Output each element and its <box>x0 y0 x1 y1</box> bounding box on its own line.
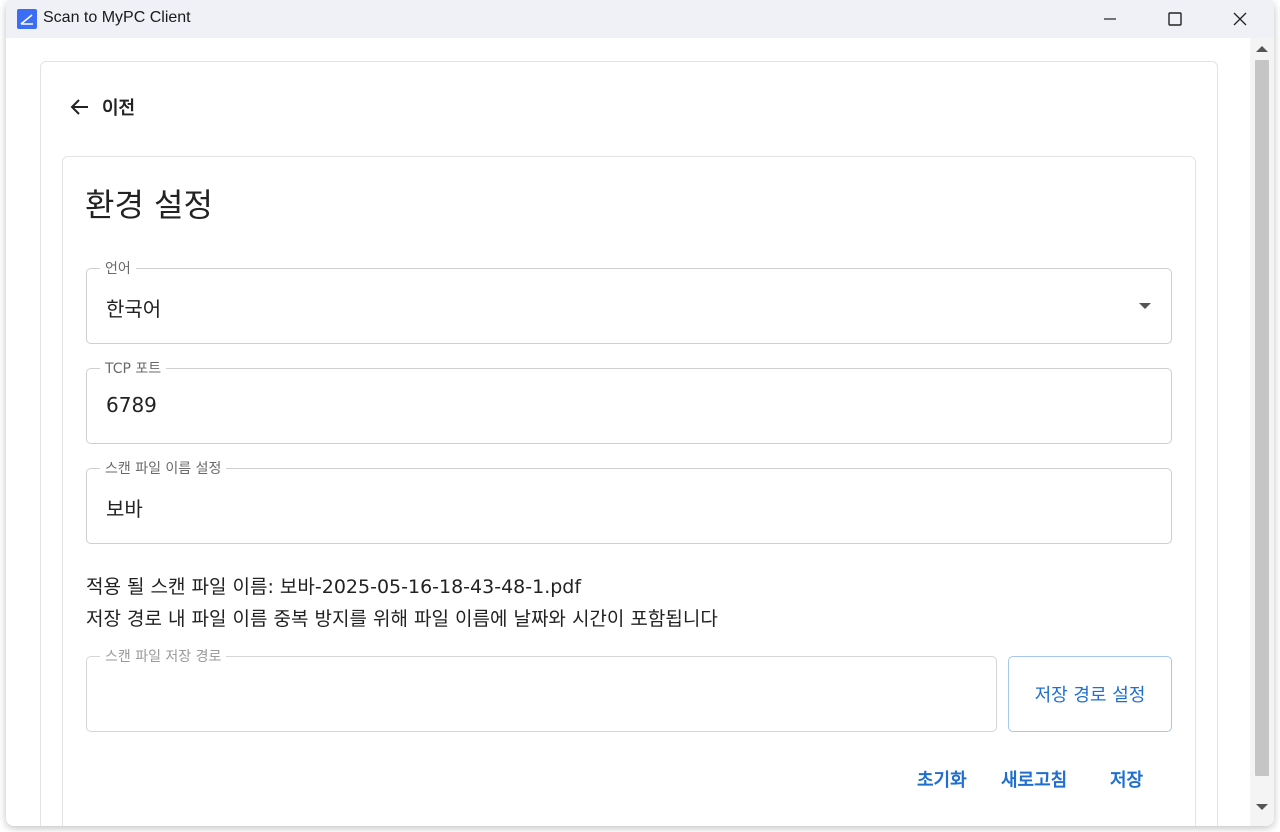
tcp-port-label: TCP 포트 <box>100 358 167 378</box>
back-button[interactable]: 이전 <box>70 93 135 121</box>
scroll-thumb[interactable] <box>1255 60 1269 776</box>
file-name-value: 보바 <box>106 497 143 521</box>
duplicate-note: 저장 경로 내 파일 이름 중복 방지를 위해 파일 이름에 날짜와 시간이 포… <box>86 608 718 630</box>
main-content: 이전 환경 설정 언어 한국어 TCP 포트 6789 스캔 파일 이름 설정 … <box>6 38 1250 826</box>
maximize-icon <box>1168 12 1182 26</box>
refresh-button[interactable]: 새로고침 <box>1001 766 1067 792</box>
scroll-up-icon[interactable] <box>1256 46 1268 52</box>
save-button[interactable]: 저장 <box>1110 766 1143 792</box>
language-value: 한국어 <box>106 297 162 321</box>
maximize-button[interactable] <box>1143 0 1207 38</box>
minimize-button[interactable] <box>1078 0 1142 38</box>
file-name-label: 스캔 파일 이름 설정 <box>100 458 227 478</box>
language-select[interactable]: 언어 한국어 <box>86 258 1172 344</box>
page-title: 환경 설정 <box>85 186 213 224</box>
set-path-button[interactable]: 저장 경로 설정 <box>1008 656 1172 732</box>
back-label: 이전 <box>102 98 136 119</box>
arrow-left-icon <box>70 99 88 115</box>
close-button[interactable] <box>1208 0 1272 38</box>
save-path-label: 스캔 파일 저장 경로 <box>100 646 227 666</box>
close-icon <box>1233 12 1247 26</box>
caret-down-icon <box>1139 303 1151 309</box>
language-label: 언어 <box>100 258 136 278</box>
vertical-scrollbar[interactable] <box>1250 38 1274 826</box>
save-path-input[interactable]: 스캔 파일 저장 경로 <box>86 646 997 732</box>
file-name-input[interactable]: 스캔 파일 이름 설정 보바 <box>86 458 1172 544</box>
tcp-port-input[interactable]: TCP 포트 6789 <box>86 358 1172 444</box>
applied-file-name: 적용 될 스캔 파일 이름: 보바-2025-05-16-18-43-48-1.… <box>86 576 582 598</box>
app-window: Scan to MyPC Client 이전 환경 설정 언어 한국어 TCP … <box>6 0 1274 826</box>
window-title: Scan to MyPC Client <box>43 9 191 26</box>
app-icon <box>17 9 37 29</box>
minimize-icon <box>1104 18 1116 20</box>
title-bar: Scan to MyPC Client <box>6 0 1274 38</box>
scroll-down-icon[interactable] <box>1256 804 1268 810</box>
reset-button[interactable]: 초기화 <box>917 766 967 792</box>
tcp-port-value: 6789 <box>106 393 157 417</box>
